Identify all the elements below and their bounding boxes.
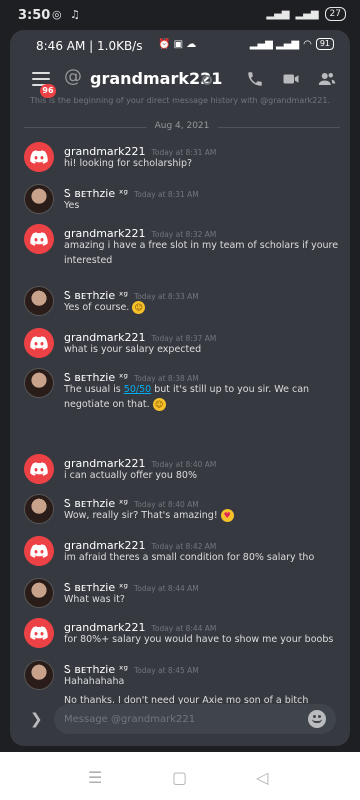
message-text: Yes [64,200,80,211]
discord-logo-icon [30,336,48,350]
avatar[interactable] [24,368,54,398]
at-icon: @ [64,66,82,87]
video-icon[interactable] [282,70,300,88]
message-text: The usual is 50/50 but it's still up to … [64,382,342,412]
offline-status-icon [202,75,212,85]
message-text: hi! looking for scholarship? [64,158,193,169]
message-text: What was it? [64,594,125,605]
android-nav-bar: ☰ ▢ ◁ [0,752,360,800]
message-text-wrap: Yes of course. ☺ [64,300,342,315]
message-text: im afraid theres a small condition for 8… [64,552,315,563]
message-composer: ❯ [10,700,350,740]
discord-logo-icon [30,150,48,164]
phone-time: 3:50 [18,8,51,23]
call-icon[interactable] [246,70,264,88]
message-text: amazing i have a free slot in my team of… [64,240,339,266]
phone-battery: 27 [324,7,346,21]
inner-signal-icon: ▂▄▆ ▂▄▆ [249,38,300,50]
header-actions [246,70,336,88]
dm-beginning-text: This is the beginning of your direct mes… [30,96,330,105]
avatar[interactable] [24,618,54,648]
back-icon[interactable]: ◁ [256,768,268,787]
discord-logo-icon [30,232,48,246]
alarm-icon: ⏰ ▣ ☁ [158,39,197,50]
avatar[interactable] [24,224,54,254]
avatar[interactable] [24,494,54,524]
date-separator: Aug 4, 2021 [24,120,340,134]
inner-status-bar: 8:46 AM | 1.0KB/s ⏰ ▣ ☁ ▂▄▆ ▂▄▆ ◠ 91 [10,30,350,58]
home-icon[interactable]: ▢ [172,768,187,787]
discord-logo-icon [30,626,48,640]
wifi-icon: ◠ [303,38,312,50]
avatar[interactable] [24,142,54,172]
grinning-emoji-icon: ☺ [152,398,166,411]
discord-logo-icon [30,544,48,558]
signal-icon: ▂▄▆ [266,8,290,20]
avatar[interactable] [24,328,54,358]
message-text-part: The usual is [64,384,124,395]
phone-status-bar: 3:50 ◎ ♫ ▂▄▆ ▂▄▆ 27 [0,0,360,30]
signal-icon-2: ▂▄▆ [295,8,319,20]
app-window: 8:46 AM | 1.0KB/s ⏰ ▣ ☁ ▂▄▆ ▂▄▆ ◠ 91 96 … [10,30,350,746]
avatar[interactable] [24,578,54,608]
inner-time: 8:46 AM | 1.0KB/s [36,39,143,53]
messenger-icon: ◎ [52,8,62,21]
channel-header: 96 @ grandmark221 [10,60,350,100]
date-separator-label: Aug 4, 2021 [146,121,218,131]
chevron-right-icon[interactable]: ❯ [30,710,43,728]
message-text: Hahahahaha [64,676,125,687]
phone-status-icons: ▂▄▆ ▂▄▆ 27 [266,7,346,21]
message-link[interactable]: 50/50 [124,384,151,395]
heart-eyes-emoji-icon: ♥ [220,509,234,522]
members-icon[interactable] [318,70,336,88]
avatar[interactable] [24,286,54,316]
message-text: for 80%+ salary you would have to show m… [64,634,334,645]
inner-status-icons: ▂▄▆ ▂▄▆ ◠ 91 [250,38,334,50]
message-text: Yes of course. [64,302,130,313]
avatar[interactable] [24,660,54,690]
message-text-wrap: Wow, really sir? That's amazing! ♥ [64,508,342,523]
inner-battery: 91 [315,38,334,50]
message-text: what is your salary expected [64,344,202,355]
notification-bell-icon: ♫ [70,8,80,21]
grinning-emoji-icon: ☺ [132,301,146,314]
recent-apps-icon[interactable]: ☰ [88,768,102,787]
message-text: Wow, really sir? That's amazing! [64,510,218,521]
emoji-icon[interactable] [308,710,326,728]
message-text: i can actually offer you 80% [64,470,197,481]
message-input[interactable] [54,704,336,734]
avatar[interactable] [24,536,54,566]
avatar[interactable] [24,454,54,484]
discord-logo-icon [30,462,48,476]
avatar[interactable] [24,184,54,214]
